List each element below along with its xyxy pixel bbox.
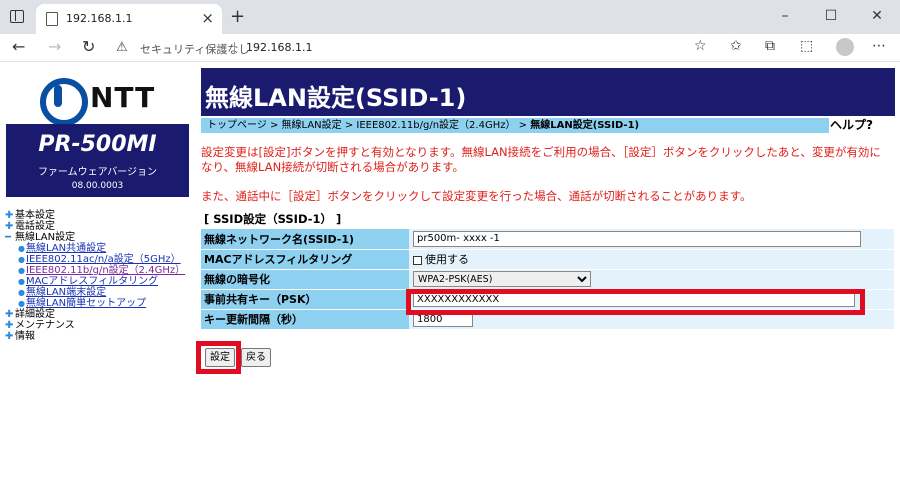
psk-label: 事前共有キー（PSK） bbox=[201, 289, 409, 310]
sidebar-item-wireless[interactable]: ━ 無線LAN設定 bbox=[5, 232, 185, 243]
sidebar-item-basic[interactable]: ✚ 基本設定 bbox=[5, 210, 185, 221]
sidebar-item-phone[interactable]: ✚ 電話設定 bbox=[5, 221, 185, 232]
sidebar-subitem-24ghz[interactable]: ● IEEE802.11b/g/n設定（2.4GHz） bbox=[5, 265, 185, 276]
notice-line-2: また、通話中に［設定］ボタンをクリックして設定変更を行った場合、通話が切断される… bbox=[201, 189, 752, 203]
rekey-interval-input[interactable] bbox=[413, 311, 473, 327]
breadcrumb-path[interactable]: トップページ > 無線LAN設定 > IEEE802.11b/g/n設定（2.4… bbox=[207, 120, 530, 131]
more-menu-icon[interactable]: ⋯ bbox=[872, 38, 886, 54]
close-tab-icon[interactable]: × bbox=[201, 9, 214, 27]
psk-input[interactable] bbox=[413, 291, 855, 307]
bullet-icon: ● bbox=[18, 277, 25, 286]
url-text[interactable]: 192.168.1.1 bbox=[246, 41, 312, 54]
ssid-label: 無線ネットワーク名(SSID-1) bbox=[201, 229, 409, 250]
url-divider bbox=[234, 42, 235, 54]
table-row: MACアドレスフィルタリング 使用する bbox=[201, 249, 894, 270]
extensions-icon[interactable]: ⬚ bbox=[800, 38, 813, 54]
bullet-icon: ● bbox=[18, 288, 25, 297]
bullet-icon: ● bbox=[18, 266, 25, 275]
table-row: 無線の暗号化 WPA2-PSK(AES) bbox=[201, 269, 894, 290]
section-title: [ SSID設定（SSID-1） ] bbox=[204, 212, 342, 226]
firmware-label: ファームウェアバージョン bbox=[37, 167, 158, 178]
close-window-icon[interactable]: ✕ bbox=[854, 0, 900, 34]
encryption-label: 無線の暗号化 bbox=[201, 269, 409, 290]
page-icon bbox=[46, 12, 58, 26]
table-row: キー更新間隔（秒） bbox=[201, 309, 894, 330]
sidebar-subitem-easy-setup[interactable]: ● 無線LAN簡単セットアップ bbox=[5, 298, 185, 309]
table-row: 無線ネットワーク名(SSID-1) bbox=[201, 229, 894, 250]
ntt-logo-icon bbox=[38, 78, 88, 126]
breadcrumb-current: 無線LAN設定(SSID-1) bbox=[530, 120, 640, 131]
page-title: 無線LAN設定(SSID-1) bbox=[201, 68, 895, 116]
collapse-icon[interactable]: ━ bbox=[5, 232, 15, 243]
device-info-panel: PR-500MI ファームウェアバージョン 08.00.0003 bbox=[6, 124, 189, 197]
url-field[interactable]: ⚠ セキュリティ保護なし 192.168.1.1 bbox=[108, 36, 686, 60]
mac-filter-option-label[interactable]: 使用する bbox=[425, 253, 469, 266]
add-favorite-icon[interactable]: ☆ bbox=[694, 38, 707, 54]
bullet-icon: ● bbox=[18, 255, 25, 264]
router-admin-page: NTT PR-500MI ファームウェアバージョン 08.00.0003 ✚ 基本… bbox=[0, 62, 900, 484]
browser-tab[interactable]: 192.168.1.1 × bbox=[36, 4, 222, 34]
sidebar-item-maintenance[interactable]: ✚ メンテナンス bbox=[5, 320, 185, 331]
expand-icon[interactable]: ✚ bbox=[5, 309, 15, 320]
address-bar: ← → ↻ ⚠ セキュリティ保護なし 192.168.1.1 ☆ ✩ ⧉ ⬚ ⋯ bbox=[0, 34, 900, 62]
bullet-icon: ● bbox=[18, 244, 25, 253]
expand-icon[interactable]: ✚ bbox=[5, 331, 15, 342]
mac-filter-checkbox[interactable] bbox=[413, 255, 422, 265]
bullet-icon: ● bbox=[18, 299, 25, 308]
rekey-interval-label: キー更新間隔（秒） bbox=[201, 309, 409, 330]
expand-icon[interactable]: ✚ bbox=[5, 320, 15, 331]
apply-button[interactable]: 設定 bbox=[205, 348, 235, 367]
sidebar-subitem-mac-filter[interactable]: ● MACアドレスフィルタリング bbox=[5, 276, 185, 287]
sidebar-subitem-5ghz[interactable]: ● IEEE802.11ac/n/a設定（5GHz） bbox=[5, 254, 185, 265]
warning-icon[interactable]: ⚠ bbox=[116, 40, 128, 55]
back-icon[interactable]: ← bbox=[12, 37, 25, 56]
ssid-settings-table: 無線ネットワーク名(SSID-1) MACアドレスフィルタリング 使用する 無線… bbox=[201, 229, 894, 330]
breadcrumb: トップページ > 無線LAN設定 > IEEE802.11b/g/n設定（2.4… bbox=[201, 118, 829, 133]
table-row: 事前共有キー（PSK） bbox=[201, 289, 894, 310]
sidebar-menu: ✚ 基本設定 ✚ 電話設定 ━ 無線LAN設定 ● 無線LAN共通設定 ● IEEE802… bbox=[5, 210, 185, 342]
help-link[interactable]: ヘルプ? bbox=[830, 118, 873, 133]
ssid-input[interactable] bbox=[413, 230, 861, 247]
forward-icon[interactable]: → bbox=[48, 37, 61, 56]
notice-text: 設定変更は[設定]ボタンを押すと有効となります。無線LAN接続をご利用の場合、［… bbox=[201, 145, 891, 218]
sidebar-subitem-terminal[interactable]: ● 無線LAN端末設定 bbox=[5, 287, 185, 298]
firmware-version: 08.00.0003 bbox=[71, 181, 124, 191]
tab-actions-icon[interactable] bbox=[10, 10, 24, 23]
refresh-icon[interactable]: ↻ bbox=[82, 37, 95, 56]
sidebar-item-advanced[interactable]: ✚ 詳細設定 bbox=[5, 309, 185, 320]
back-button[interactable]: 戻る bbox=[241, 348, 271, 367]
minimize-icon[interactable]: – bbox=[762, 0, 808, 34]
expand-icon[interactable]: ✚ bbox=[5, 221, 15, 232]
notice-line-1: 設定変更は[設定]ボタンを押すと有効となります。無線LAN接続をご利用の場合、［… bbox=[201, 145, 881, 174]
sidebar-subitem-wlan-common[interactable]: ● 無線LAN共通設定 bbox=[5, 243, 185, 254]
expand-icon[interactable]: ✚ bbox=[5, 210, 15, 221]
new-tab-icon[interactable]: + bbox=[230, 6, 245, 27]
encryption-select[interactable]: WPA2-PSK(AES) bbox=[413, 271, 591, 287]
model-name: PR-500MI bbox=[38, 132, 157, 157]
ntt-logo: NTT bbox=[38, 76, 156, 126]
tab-title: 192.168.1.1 bbox=[66, 12, 133, 25]
mac-filter-label: MACアドレスフィルタリング bbox=[201, 249, 409, 270]
collections-icon[interactable]: ⧉ bbox=[765, 38, 775, 54]
logo-text: NTT bbox=[90, 80, 156, 114]
window-controls: – ☐ ✕ bbox=[762, 0, 900, 34]
browser-tab-bar: 192.168.1.1 × + – ☐ ✕ bbox=[0, 0, 900, 34]
maximize-icon[interactable]: ☐ bbox=[808, 0, 854, 34]
sidebar-item-info[interactable]: ✚ 情報 bbox=[5, 331, 185, 342]
favorites-icon[interactable]: ✩ bbox=[730, 38, 742, 54]
profile-avatar[interactable] bbox=[836, 38, 854, 56]
security-status[interactable]: セキュリティ保護なし bbox=[140, 41, 249, 57]
